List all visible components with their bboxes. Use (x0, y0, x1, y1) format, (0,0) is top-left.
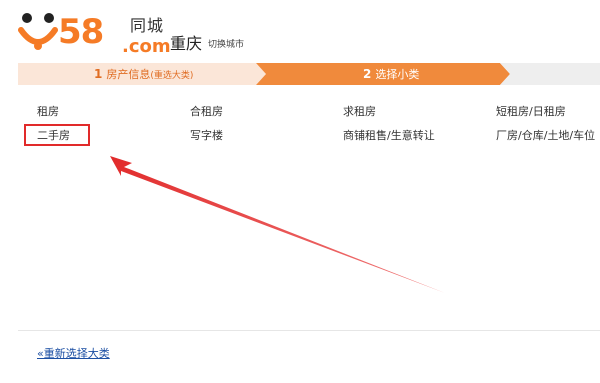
step2-number: 2 (363, 67, 372, 81)
category-hezufang[interactable]: 合租房 (190, 103, 223, 119)
step1-link[interactable]: 1 房产信息(重选大类) (94, 66, 193, 82)
logo-domain: .com (122, 36, 171, 57)
step-progress-bar: 1 房产信息(重选大类) 2 选择小类 (18, 63, 600, 85)
footer-divider (18, 330, 600, 331)
site-logo[interactable]: 58 同城 .com (18, 8, 171, 58)
step1-label: 房产信息 (106, 68, 151, 81)
current-city: 重庆 (170, 34, 203, 53)
step1-reselect-hint: (重选大类) (150, 71, 194, 81)
logo-chinese-text: 同城 (130, 16, 165, 35)
step2-current: 2 选择小类 (363, 66, 419, 82)
logo-number: 58 (58, 12, 104, 52)
category-shop-transfer[interactable]: 商铺租售/生意转让 (343, 127, 435, 143)
reselect-category-link[interactable]: «重新选择大类 (37, 345, 110, 361)
annotation-highlight-box (24, 124, 90, 146)
mascot-icon (18, 13, 58, 50)
step2-label: 选择小类 (375, 68, 420, 81)
switch-city-link[interactable]: 切换城市 (208, 37, 244, 50)
category-short-rent[interactable]: 短租房/日租房 (496, 103, 566, 119)
category-factory-warehouse[interactable]: 厂房/仓库/土地/车位 (496, 127, 595, 143)
arrow-shape (110, 156, 445, 293)
category-qiuzufang[interactable]: 求租房 (343, 103, 376, 119)
step1-number: 1 (94, 67, 103, 81)
category-zufang[interactable]: 租房 (37, 103, 59, 119)
step3-background (500, 63, 600, 85)
category-office[interactable]: 写字楼 (190, 127, 223, 143)
